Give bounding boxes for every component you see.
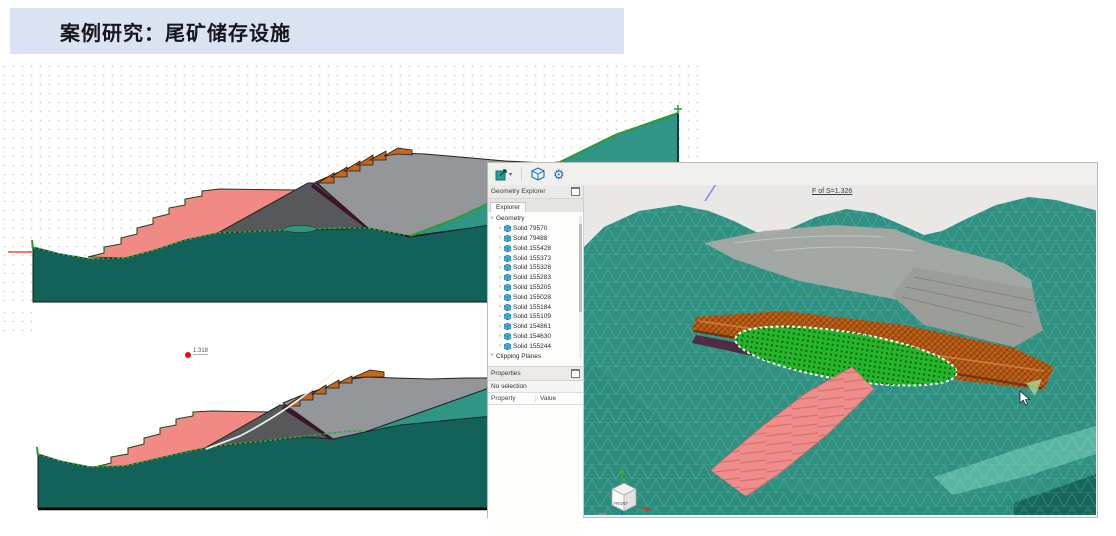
properties-columns: Property Value: [488, 393, 583, 405]
view-cube-button[interactable]: [529, 165, 547, 183]
solid-cube-icon: [504, 284, 511, 291]
left-panel: Geometry Explorer Explorer ˅ Geometry ›S…: [488, 185, 584, 517]
tree-node-solid[interactable]: ›Solid 155328: [488, 263, 583, 273]
tab-explorer[interactable]: Explorer: [490, 202, 526, 212]
float-panel-icon[interactable]: [571, 187, 580, 196]
3d-viewport[interactable]: F of S=1.326: [584, 185, 1096, 515]
tree-node-solid[interactable]: ›Solid 155028: [488, 292, 583, 302]
properties-header: Properties: [488, 367, 583, 381]
slide: 案例研究：尾矿储存设施: [0, 0, 1116, 536]
settings-button[interactable]: ⚙: [551, 165, 567, 183]
nav-cube-front-label: FRONT: [614, 501, 629, 506]
chevron-right-icon: ›: [496, 226, 504, 232]
solid-cube-icon: [504, 245, 511, 252]
view-cube-icon: [531, 167, 545, 181]
property-column-header: Property: [488, 395, 536, 402]
geometry-tree[interactable]: ˅ Geometry ›Solid 79570 ›Solid 79488 ›So…: [488, 212, 583, 367]
cross-section-lower: 1.318: [0, 308, 520, 514]
chevron-right-icon: ›: [496, 284, 504, 290]
select-tool-icon: [495, 168, 509, 181]
tree-node-solid[interactable]: ›Solid 154630: [488, 332, 583, 342]
axis-line: [705, 185, 718, 201]
solid-cube-icon: [504, 313, 511, 320]
chevron-right-icon: ›: [496, 265, 504, 271]
slip-center-dot: [185, 352, 191, 358]
factor-of-safety-label: F of S=1.326: [812, 188, 852, 195]
geometry-explorer-header: Geometry Explorer: [488, 185, 583, 199]
cross-section-lower-drawing: 1.318: [0, 308, 520, 514]
tree-node-solid[interactable]: ›Solid 155109: [488, 312, 583, 322]
tree-node-solid[interactable]: ›Solid 155373: [488, 253, 583, 263]
select-tool-button[interactable]: ▾: [493, 165, 514, 183]
chevron-right-icon: ›: [496, 343, 504, 349]
chevron-right-icon: ›: [496, 304, 504, 310]
value-column-header: Value: [536, 395, 556, 402]
solid-cube-icon: [504, 264, 511, 271]
tree-node-solid[interactable]: ›Solid 154861: [488, 322, 583, 332]
solid-cube-icon: [504, 304, 511, 311]
tree-node-clipping-planes[interactable]: ˅ Clipping Planes: [488, 351, 583, 361]
geometry-explorer-title: Geometry Explorer: [491, 188, 546, 195]
app-toolbar: ▾ ⚙: [488, 163, 1097, 186]
page-title: 案例研究：尾矿储存设施: [60, 17, 291, 46]
explorer-tab-row: Explorer: [488, 199, 583, 212]
3d-scene: FRONT: [584, 185, 1096, 515]
chevron-right-icon: ›: [496, 294, 504, 300]
solid-cube-icon: [504, 294, 511, 301]
tree-scrollbar[interactable]: [579, 216, 582, 358]
chevron-down-icon: ˅: [488, 216, 496, 222]
chevron-right-icon: ›: [496, 245, 504, 251]
solid-cube-icon: [504, 225, 511, 232]
fs-2d-label: 1.318: [193, 348, 209, 354]
properties-grid: [488, 405, 583, 536]
chevron-right-icon: ›: [496, 255, 504, 261]
properties-title: Properties: [491, 370, 521, 377]
tree-node-solid[interactable]: ›Solid 79570: [488, 224, 583, 234]
title-banner: 案例研究：尾矿储存设施: [10, 8, 624, 54]
tree-node-solid[interactable]: ›Solid 155428: [488, 243, 583, 253]
chevron-right-icon: ›: [496, 314, 504, 320]
settings-gear-icon: ⚙: [553, 168, 565, 181]
scrollbar-thumb[interactable]: [579, 224, 582, 312]
tree-node-solid[interactable]: ›Solid 155184: [488, 302, 583, 312]
rs3-window: ▾ ⚙ Geometry Explorer Explorer: [487, 162, 1098, 518]
left-tick: [37, 447, 38, 456]
tree-node-solid[interactable]: ›Solid 155205: [488, 283, 583, 293]
dropdown-caret-icon: ▾: [509, 171, 512, 178]
chevron-down-icon: ˅: [488, 353, 496, 359]
solid-cube-icon: [504, 274, 511, 281]
solid-cube-icon: [504, 323, 511, 330]
tree-node-solid[interactable]: ›Solid 155244: [488, 341, 583, 351]
tree-node-geometry[interactable]: ˅ Geometry: [488, 214, 583, 224]
chevron-right-icon: ›: [496, 275, 504, 281]
solid-cube-icon: [504, 255, 511, 262]
selection-status: No selection: [488, 381, 583, 393]
chevron-right-icon: ›: [496, 235, 504, 241]
toolbar-separator: [521, 167, 522, 181]
tree-node-solid[interactable]: ›Solid 79488: [488, 234, 583, 244]
solid-cube-icon: [504, 343, 511, 350]
chevron-right-icon: ›: [496, 324, 504, 330]
tree-node-solid[interactable]: ›Solid 155283: [488, 273, 583, 283]
chevron-right-icon: ›: [496, 333, 504, 339]
solid-cube-icon: [504, 333, 511, 340]
float-panel-icon[interactable]: [571, 369, 580, 378]
left-tick: [32, 240, 33, 249]
solid-cube-icon: [504, 235, 511, 242]
